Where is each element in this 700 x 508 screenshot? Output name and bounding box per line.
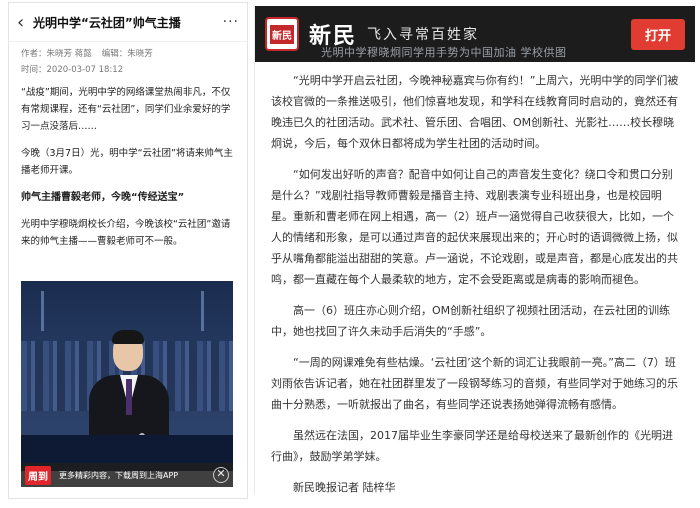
zhoudao-logo: 周到: [25, 465, 51, 485]
subheading: 帅气主播曹毅老师，今晚“传经送宝”: [21, 192, 185, 203]
studio-light: [201, 291, 204, 331]
paragraph: 虽然远在法国，2017届毕业生李豪同学还是给母校送来了最新创作的《光明进行曲》，…: [271, 429, 673, 463]
paragraph: “战疫”期间，光明中学的网络课堂热闹非凡，不仅有常规课程，还有“云社团”，同学们…: [21, 87, 231, 132]
brand-slogan: 飞入寻常百姓家: [367, 27, 480, 43]
author-label: 作者：: [21, 49, 47, 59]
xinmin-seal-logo: 新民: [265, 17, 299, 51]
download-prompt[interactable]: 更多精彩内容，下载周到上海APP: [59, 470, 213, 481]
anchor-photo: [21, 281, 233, 471]
editor-name: 朱晓芳: [127, 49, 153, 59]
download-app-bar[interactable]: 周到 更多精彩内容，下载周到上海APP ✕: [21, 463, 233, 487]
photo-caption: 光明中学穆晓炯同学用手势为中国加油 学校供图: [321, 46, 567, 59]
back-arrow-icon[interactable]: ‹: [17, 12, 33, 33]
article-meta: 作者：朱晓芳 蒋懿 编辑：朱晓芳 时间：2020-03-07 18:12: [9, 42, 247, 78]
close-icon[interactable]: ✕: [213, 467, 229, 483]
more-options-icon[interactable]: ···: [223, 14, 239, 30]
xinmin-article-panel: 新民 新民 飞入寻常百姓家 打开 光明中学穆晓炯同学用手势为中国加油 学校供图 …: [254, 6, 695, 494]
article-body: “战疫”期间，光明中学的网络课堂热闹非凡，不仅有常规课程，还有“云社团”，同学们…: [9, 78, 247, 250]
article-header: ‹ 光明中学“云社团”帅气主播 ···: [9, 3, 247, 42]
publish-time: 2020-03-07 18:12: [46, 65, 124, 75]
paragraph: “如何发出好听的声音？配音中如何让自己的声音发生变化？绕口令和贯口分别是什么？”…: [271, 168, 678, 286]
open-app-button[interactable]: 打开: [630, 18, 685, 50]
studio-light: [41, 291, 44, 331]
paragraph: “光明中学开启云社团，今晚神秘嘉宾与你有约！”上周六，光明中学的同学们被该校官微…: [271, 74, 679, 150]
time-label: 时间：: [21, 65, 47, 75]
paragraph: 光明中学穆晓炯校长介绍，今晚该校“云社团”邀请来的帅气主播——曹毅老师可不一般。: [21, 219, 231, 247]
author-name: 朱晓芳 蒋懿: [46, 49, 92, 59]
editor-label: 编辑：: [101, 49, 128, 59]
paragraph: 高一（6）班庄亦心则介绍，OM创新社组织了视频社团活动，在云社团的训练中，她也找…: [271, 304, 671, 338]
mobile-article-panel: ‹ 光明中学“云社团”帅气主播 ··· 作者：朱晓芳 蒋懿 编辑：朱晓芳 时间：2…: [8, 2, 248, 499]
article-content: “光明中学开启云社团，今晚神秘嘉宾与你有约！”上周六，光明中学的同学们被该校官微…: [271, 70, 683, 508]
paragraph: 今晚（3月7日）光，明中学“云社团”将请来帅气主播老师开课。: [21, 148, 233, 176]
article-title: 光明中学“云社团”帅气主播: [33, 15, 181, 30]
paragraph: “一周的网课难免有些枯燥。‘云社团’这个新的词汇让我眼前一亮。”高二（7）班刘雨…: [271, 356, 678, 411]
reporter-signature: 新民晚报记者 陆梓华: [293, 481, 396, 494]
